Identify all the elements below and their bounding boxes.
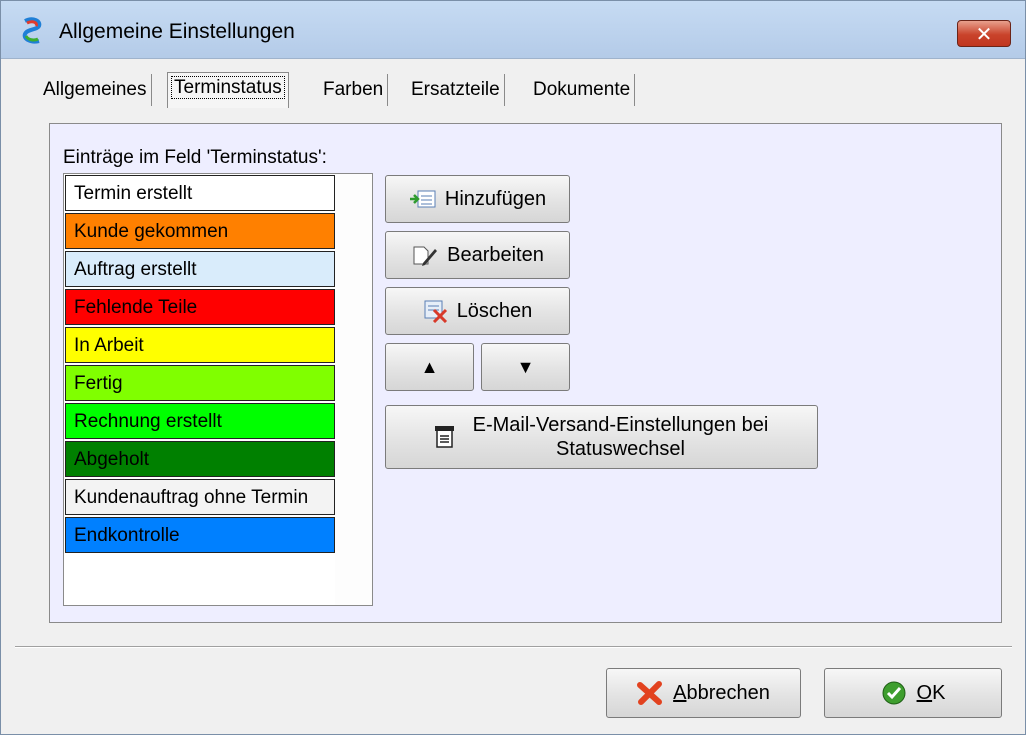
email-settings-line2: Statuswechsel bbox=[556, 438, 685, 460]
tab-terminstatus[interactable]: Terminstatus bbox=[167, 72, 289, 108]
email-settings-label: E-Mail-Versand-Einstellungen bei Statusw… bbox=[473, 413, 769, 461]
move-up-button[interactable]: ▲ bbox=[385, 343, 474, 391]
cancel-mnemonic: A bbox=[673, 681, 687, 704]
add-entry-icon bbox=[409, 189, 437, 209]
ok-mnemonic: O bbox=[916, 681, 933, 704]
email-settings-line1: E-Mail-Versand-Einstellungen bei bbox=[472, 414, 769, 436]
status-item-abgeholt[interactable]: Abgeholt bbox=[65, 441, 335, 477]
delete-entry-icon bbox=[423, 299, 449, 323]
add-button-label: Hinzufügen bbox=[444, 187, 547, 210]
status-item-fertig[interactable]: Fertig bbox=[65, 365, 335, 401]
email-settings-icon bbox=[434, 425, 455, 449]
cancel-button[interactable]: Abbrechen bbox=[606, 668, 801, 718]
edit-button-label: Bearbeiten bbox=[447, 243, 544, 266]
close-button[interactable]: ✕ bbox=[957, 20, 1011, 47]
arrow-up-icon: ▲ bbox=[420, 356, 439, 377]
tab-allgemeines[interactable]: Allgemeines bbox=[39, 74, 152, 106]
cancel-button-label: Abbrechen bbox=[673, 682, 770, 705]
edit-document-icon bbox=[411, 244, 439, 266]
ok-label-rest: K bbox=[932, 681, 946, 704]
edit-button[interactable]: Bearbeiten bbox=[385, 231, 570, 279]
status-item-endkontrolle[interactable]: Endkontrolle bbox=[65, 517, 335, 553]
ok-button-label: OK bbox=[917, 682, 946, 705]
delete-button-label: Löschen bbox=[456, 299, 533, 322]
status-item-in-arbeit[interactable]: In Arbeit bbox=[65, 327, 335, 363]
window-title: Allgemeine Einstellungen bbox=[59, 20, 295, 43]
email-settings-button[interactable]: E-Mail-Versand-Einstellungen bei Statusw… bbox=[385, 405, 818, 469]
status-item-kunde-gekommen[interactable]: Kunde gekommen bbox=[65, 213, 335, 249]
tab-dokumente[interactable]: Dokumente bbox=[529, 74, 636, 106]
cancel-x-icon bbox=[637, 681, 663, 705]
close-icon: ✕ bbox=[975, 21, 993, 46]
title-bar[interactable]: Allgemeine Einstellungen ✕ bbox=[1, 1, 1025, 59]
status-item-auftrag-erstellt[interactable]: Auftrag erstellt bbox=[65, 251, 335, 287]
status-item-rechnung-erstellt[interactable]: Rechnung erstellt bbox=[65, 403, 335, 439]
app-logo-icon bbox=[22, 17, 42, 44]
status-listbox[interactable]: Termin erstellt Kunde gekommen Auftrag e… bbox=[63, 173, 373, 606]
listbox-scrollbar[interactable] bbox=[335, 174, 372, 605]
status-item-kundenauftrag-ohne-termin[interactable]: Kundenauftrag ohne Termin bbox=[65, 479, 335, 515]
delete-button[interactable]: Löschen bbox=[385, 287, 570, 335]
status-item-fehlende-teile[interactable]: Fehlende Teile bbox=[65, 289, 335, 325]
move-down-button[interactable]: ▼ bbox=[481, 343, 570, 391]
ok-button[interactable]: OK bbox=[824, 668, 1002, 718]
ok-check-icon bbox=[881, 680, 907, 706]
tab-farben[interactable]: Farben bbox=[319, 74, 389, 106]
footer-separator bbox=[15, 646, 1012, 648]
add-button[interactable]: Hinzufügen bbox=[385, 175, 570, 223]
tab-terminstatus-label: Terminstatus bbox=[171, 76, 285, 99]
status-list-label: Einträge im Feld 'Terminstatus': bbox=[63, 147, 327, 168]
status-item-termin-erstellt[interactable]: Termin erstellt bbox=[65, 175, 335, 211]
settings-dialog: Allgemeine Einstellungen ✕ Allgemeines T… bbox=[0, 0, 1026, 735]
cancel-label-rest: bbrechen bbox=[686, 681, 770, 704]
arrow-down-icon: ▼ bbox=[516, 356, 535, 377]
tab-ersatzteile[interactable]: Ersatzteile bbox=[407, 74, 505, 106]
